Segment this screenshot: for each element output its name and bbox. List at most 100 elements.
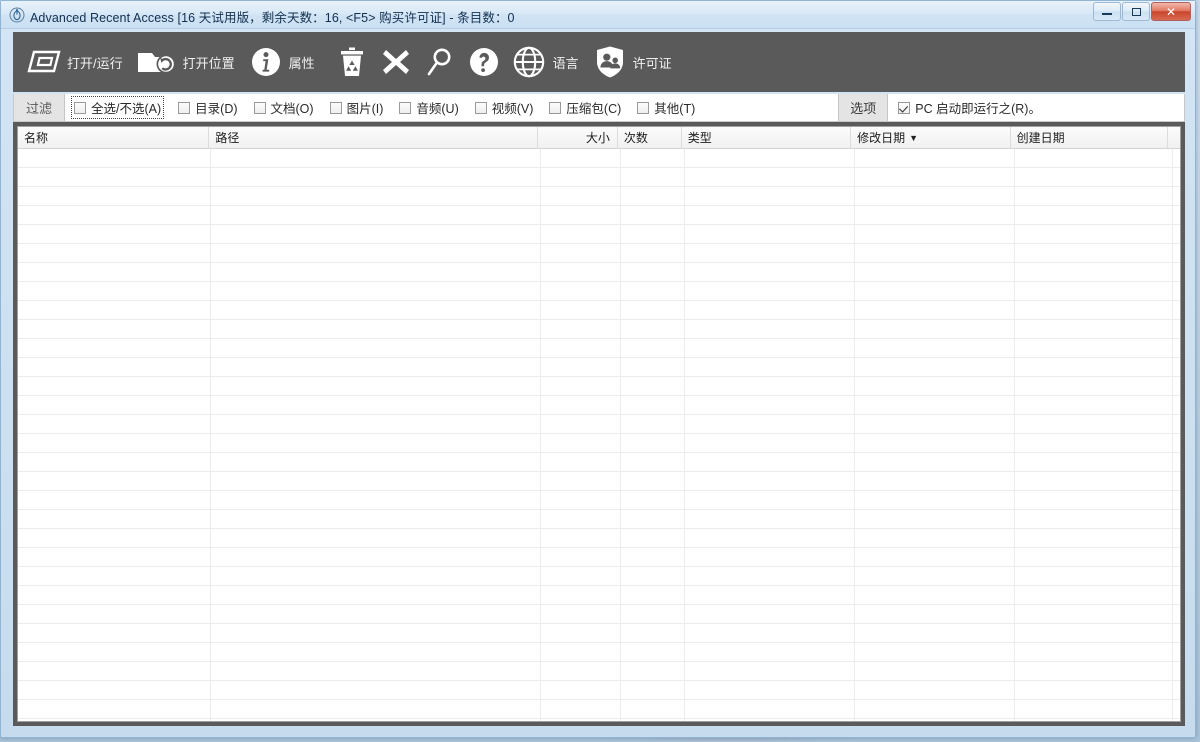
toolbar-button-open-location[interactable]: 打开位置 xyxy=(135,32,247,92)
filter-label-video: 视频(V) xyxy=(491,102,534,116)
sort-descending-icon: ▼ xyxy=(909,132,919,143)
table-row[interactable] xyxy=(18,681,1180,700)
open-run-icon xyxy=(25,43,63,81)
column-header-row: 名称 路径 大小 次数 类型 修改日期 ▼ 创建日期 xyxy=(18,127,1180,149)
column-header-path[interactable]: 路径 xyxy=(209,127,539,148)
table-row[interactable] xyxy=(18,358,1180,377)
checkbox-box-image[interactable] xyxy=(329,101,342,114)
table-row[interactable] xyxy=(18,263,1180,282)
column-label-path: 路径 xyxy=(215,131,240,145)
table-row[interactable] xyxy=(18,719,1180,721)
table-row[interactable] xyxy=(18,586,1180,605)
options-tab[interactable]: 选项 xyxy=(838,94,889,121)
table-row[interactable] xyxy=(18,491,1180,510)
table-row[interactable] xyxy=(18,244,1180,263)
filter-label-other: 其他(T) xyxy=(654,102,696,116)
table-row[interactable] xyxy=(18,434,1180,453)
table-row[interactable] xyxy=(18,605,1180,624)
column-header-name[interactable]: 名称 xyxy=(18,127,210,148)
column-header-filler xyxy=(1168,127,1180,148)
toolbar-button-search[interactable] xyxy=(421,32,459,92)
table-row[interactable] xyxy=(18,415,1180,434)
toolbar-label-license: 许可证 xyxy=(632,55,672,71)
checkbox-box-startup[interactable] xyxy=(898,101,911,114)
table-row[interactable] xyxy=(18,700,1180,719)
toolbar-button-language[interactable]: 语言 xyxy=(509,32,591,92)
minimize-icon xyxy=(1094,3,1120,20)
application-window: Advanced Recent Access [16 天试用版，剩余天数：16,… xyxy=(0,0,1196,738)
minimize-button[interactable] xyxy=(1093,2,1121,21)
filter-checkbox-other[interactable]: 其他(T) xyxy=(637,98,695,117)
filter-checkbox-audio[interactable]: 音频(U) xyxy=(399,98,459,117)
filter-checkbox-document[interactable]: 文档(O) xyxy=(253,98,314,117)
table-row[interactable] xyxy=(18,225,1180,244)
column-header-size[interactable]: 大小 xyxy=(538,127,618,148)
checkbox-box-archive[interactable] xyxy=(549,101,562,114)
checkbox-box-other[interactable] xyxy=(637,101,650,114)
main-toolbar: 打开/运行 打开位置 属性 语言 许可证 xyxy=(13,32,1185,92)
table-row[interactable] xyxy=(18,396,1180,415)
globe-icon xyxy=(509,43,549,81)
toolbar-button-properties[interactable]: 属性 xyxy=(247,32,327,92)
delete-x-icon xyxy=(377,43,415,81)
checkbox-box-select-all[interactable] xyxy=(74,101,87,114)
table-row[interactable] xyxy=(18,662,1180,681)
table-row[interactable] xyxy=(18,187,1180,206)
table-row[interactable] xyxy=(18,282,1180,301)
filter-checkbox-group: 全选/不选(A) 目录(D) 文档(O) 图片(I) 音频(U) 视频(V) 压… xyxy=(65,94,838,121)
maximize-icon xyxy=(1123,3,1149,20)
checkbox-box-directory[interactable] xyxy=(178,101,191,114)
table-row[interactable] xyxy=(18,377,1180,396)
column-header-created-date[interactable]: 创建日期 xyxy=(1011,127,1169,148)
toolbar-button-recycle-bin[interactable] xyxy=(333,32,371,92)
table-row[interactable] xyxy=(18,339,1180,358)
column-header-type[interactable]: 类型 xyxy=(682,127,852,148)
filter-checkbox-directory[interactable]: 目录(D) xyxy=(178,98,238,117)
window-title: Advanced Recent Access [16 天试用版，剩余天数：16,… xyxy=(30,11,515,25)
file-list-view[interactable]: 名称 路径 大小 次数 类型 修改日期 ▼ 创建日期 xyxy=(17,126,1181,722)
open-location-icon xyxy=(135,43,179,81)
checkbox-box-audio[interactable] xyxy=(399,101,412,114)
startup-checkbox-label: PC 启动即运行之(R)。 xyxy=(915,102,1041,116)
title-bar[interactable]: Advanced Recent Access [16 天试用版，剩余天数：16,… xyxy=(1,1,1195,29)
table-row[interactable] xyxy=(18,472,1180,491)
filter-checkbox-image[interactable]: 图片(I) xyxy=(329,98,383,117)
filter-checkbox-video[interactable]: 视频(V) xyxy=(474,98,534,117)
table-row[interactable] xyxy=(18,643,1180,662)
table-row[interactable] xyxy=(18,168,1180,187)
filter-checkbox-select-all[interactable]: 全选/不选(A) xyxy=(71,96,165,119)
table-row[interactable] xyxy=(18,320,1180,339)
startup-checkbox[interactable]: PC 启动即运行之(R)。 xyxy=(898,98,1041,117)
help-icon xyxy=(465,43,503,81)
table-row[interactable] xyxy=(18,548,1180,567)
column-label-modified-date: 修改日期 xyxy=(857,131,906,145)
table-row[interactable] xyxy=(18,529,1180,548)
table-row[interactable] xyxy=(18,453,1180,472)
toolbar-button-open-run[interactable]: 打开/运行 xyxy=(25,32,135,92)
list-view-frame: 名称 路径 大小 次数 类型 修改日期 ▼ 创建日期 xyxy=(13,122,1185,726)
table-row[interactable] xyxy=(18,206,1180,225)
column-label-type: 类型 xyxy=(687,131,712,145)
checkbox-box-video[interactable] xyxy=(474,101,487,114)
table-row[interactable] xyxy=(18,149,1180,168)
license-shield-icon xyxy=(591,43,629,81)
toolbar-button-license[interactable]: 许可证 xyxy=(591,32,684,92)
toolbar-button-delete[interactable] xyxy=(377,32,415,92)
mouse-app-icon xyxy=(9,7,25,23)
table-row[interactable] xyxy=(18,567,1180,586)
search-icon xyxy=(421,43,459,81)
column-header-count[interactable]: 次数 xyxy=(618,127,682,148)
column-header-modified-date[interactable]: 修改日期 ▼ xyxy=(851,127,1011,148)
table-row[interactable] xyxy=(18,301,1180,320)
column-label-size: 大小 xyxy=(585,131,610,145)
maximize-button[interactable] xyxy=(1122,2,1150,21)
filter-checkbox-archive[interactable]: 压缩包(C) xyxy=(549,98,621,117)
filter-label-document: 文档(O) xyxy=(270,102,314,116)
table-row[interactable] xyxy=(18,624,1180,643)
toolbar-label-properties: 属性 xyxy=(288,55,315,71)
list-rows-container[interactable] xyxy=(18,149,1180,721)
table-row[interactable] xyxy=(18,510,1180,529)
close-button[interactable]: ✕ xyxy=(1151,2,1191,21)
checkbox-box-document[interactable] xyxy=(253,101,266,114)
toolbar-button-help[interactable] xyxy=(465,32,503,92)
